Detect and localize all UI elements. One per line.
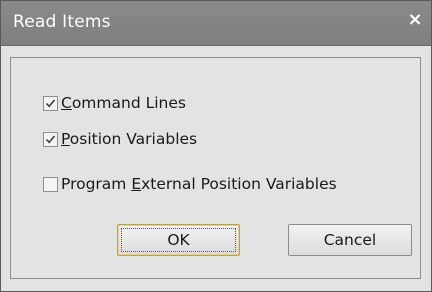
program-external-position-variables-checkbox[interactable] xyxy=(43,176,58,192)
read-items-dialog: Read Items × Command Lines Position Vari… xyxy=(0,0,432,292)
close-icon[interactable]: × xyxy=(405,9,425,31)
cancel-label: Cancel xyxy=(323,231,377,249)
program-external-position-variables-label: Program External Position Variables xyxy=(61,175,337,193)
cancel-button[interactable]: Cancel xyxy=(288,224,412,256)
title-bar[interactable]: Read Items × xyxy=(1,1,431,46)
ok-button[interactable]: OK xyxy=(117,224,240,256)
position-variables-checkbox[interactable] xyxy=(43,131,58,147)
command-lines-checkbox[interactable] xyxy=(43,95,58,111)
position-variables-option[interactable]: Position Variables xyxy=(43,128,197,150)
focus-outline xyxy=(121,228,236,252)
options-panel: Command Lines Position Variables Program… xyxy=(10,57,421,279)
command-lines-label: Command Lines xyxy=(61,94,186,112)
checkmark-icon xyxy=(45,98,56,107)
program-external-position-variables-option[interactable]: Program External Position Variables xyxy=(43,173,337,195)
position-variables-label: Position Variables xyxy=(61,130,198,148)
dialog-title: Read Items xyxy=(13,12,111,32)
command-lines-option[interactable]: Command Lines xyxy=(43,92,186,114)
checkmark-icon xyxy=(45,134,56,143)
